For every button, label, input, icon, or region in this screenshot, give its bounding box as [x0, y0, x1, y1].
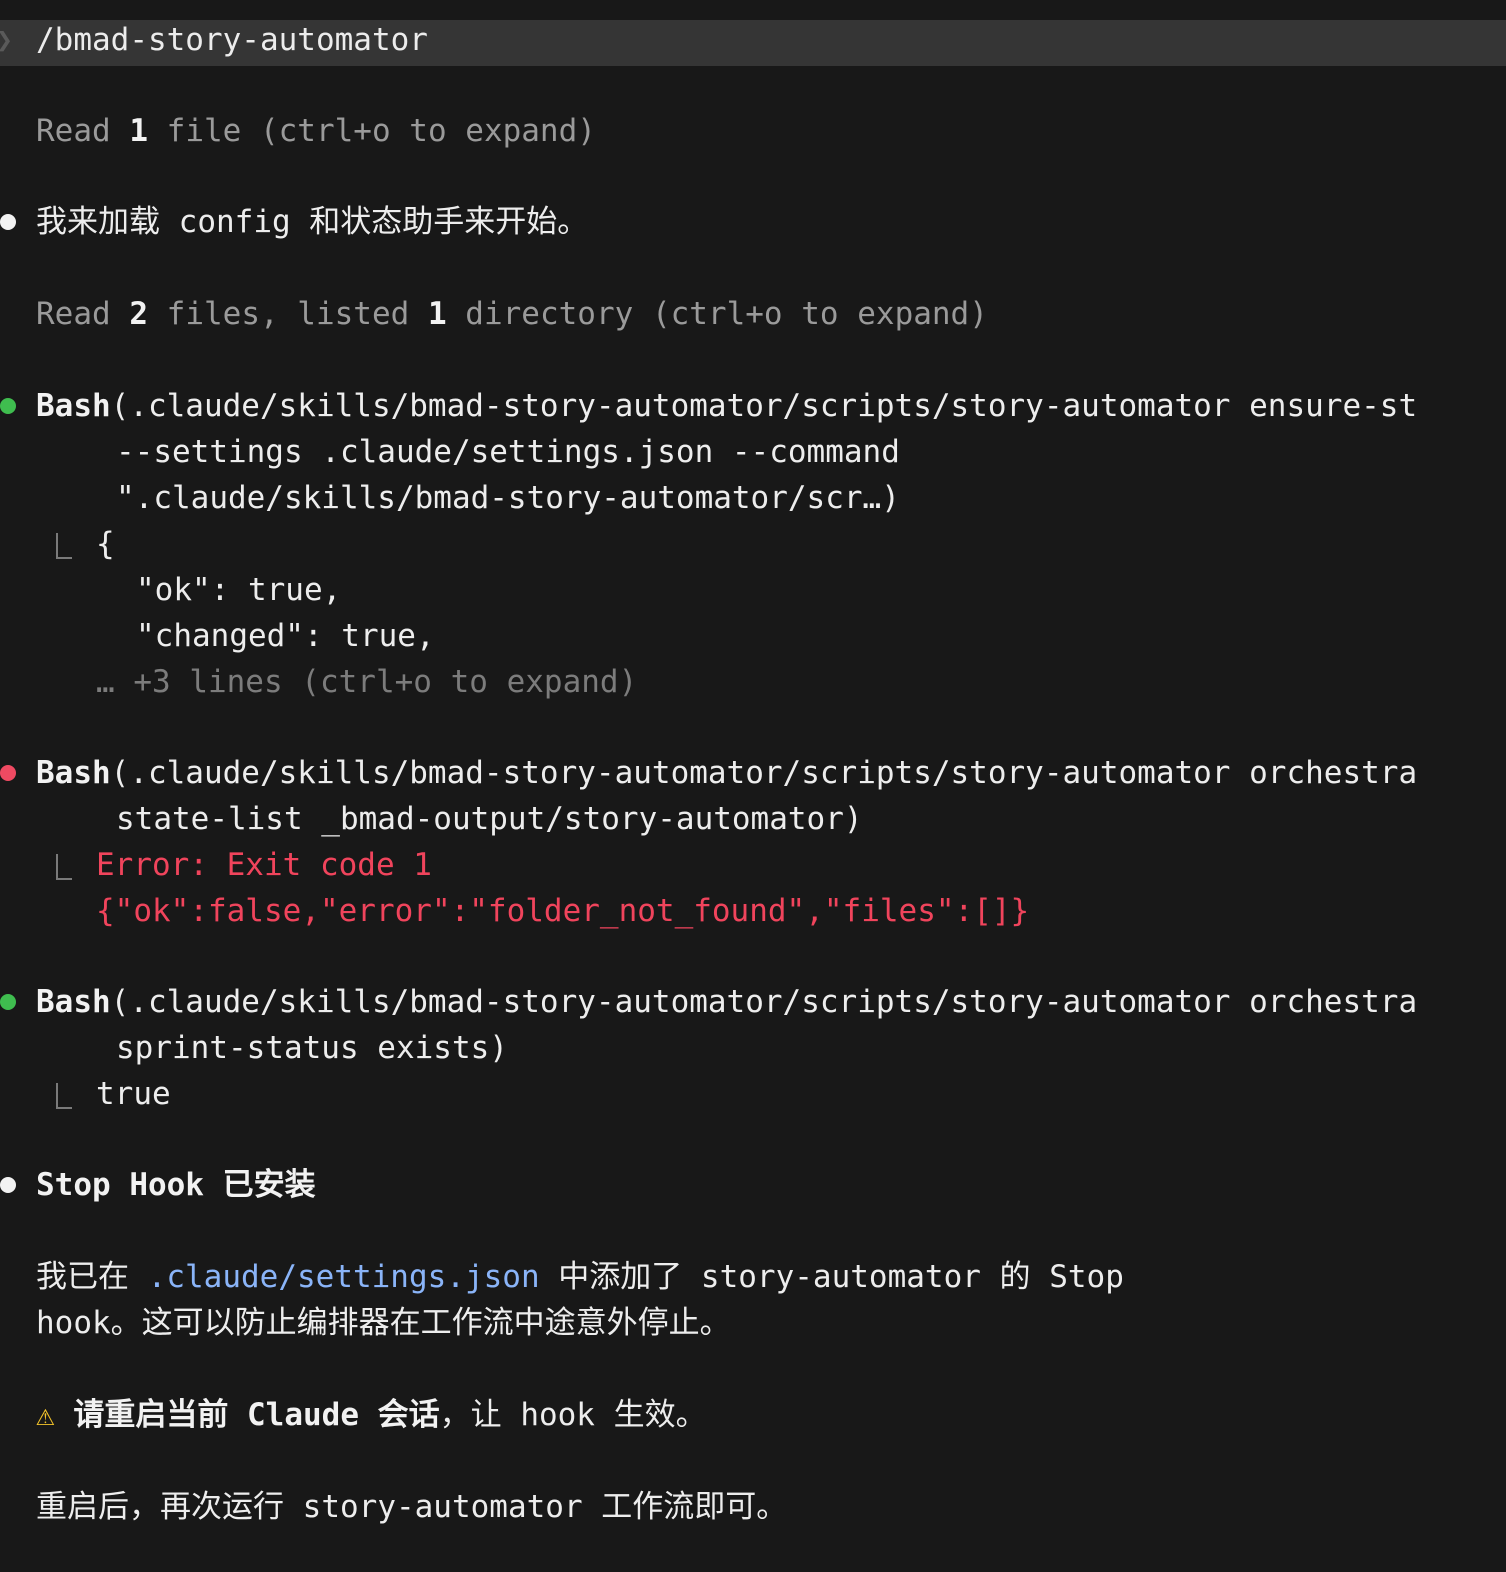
bash-call-2: Bash(.claude/skills/bmad-story-automator… [36, 750, 1417, 796]
warning-icon: ⚠ [36, 1397, 55, 1433]
paragraph-line-1: 我已在 .claude/settings.json 中添加了 story-aut… [36, 1254, 1124, 1300]
prompt-command: /bmad-story-automator [36, 22, 428, 58]
paragraph-text: 我已在 [36, 1259, 148, 1295]
read-files-summary-2[interactable]: Read 2 files, listed 1 directory (ctrl+o… [36, 291, 988, 337]
bash-output: "changed": true, [136, 618, 435, 654]
message-bullet-icon [0, 214, 16, 230]
read-label: Read [36, 296, 130, 332]
read-mid: files, listed [148, 296, 428, 332]
paragraph-text: 中添加了 story-automator 的 Stop [539, 1259, 1124, 1295]
bash-command: (.claude/skills/bmad-story-automator/scr… [110, 755, 1418, 791]
assistant-message: 我来加载 config 和状态助手来开始。 [36, 204, 589, 240]
warning-text: ，让 hook 生效。 [439, 1397, 707, 1433]
tool-name: Bash [36, 755, 111, 791]
bash-output: "ok": true, [136, 572, 342, 608]
prompt-chevron-icon: ❯ [0, 20, 13, 60]
success-status-dot-icon [0, 398, 16, 414]
success-status-dot-icon [0, 994, 16, 1010]
read-rest: directory (ctrl+o to expand) [446, 296, 988, 332]
prompt-bar: ❯ /bmad-story-automator [0, 20, 1506, 66]
bash-command: (.claude/skills/bmad-story-automator/scr… [110, 388, 1418, 424]
bash-call-3: Bash(.claude/skills/bmad-story-automator… [36, 979, 1417, 1025]
tool-name: Bash [36, 984, 111, 1020]
read-rest: file (ctrl+o to expand) [148, 113, 596, 149]
section-heading: Stop Hook 已安装 [36, 1167, 316, 1203]
read-label: Read [36, 113, 130, 149]
read-count: 2 [129, 296, 148, 332]
expand-more-lines[interactable]: … +3 lines (ctrl+o to expand) [96, 659, 637, 705]
final-instruction: 重启后，再次运行 story-automator 工作流即可。 [36, 1489, 788, 1525]
bash-command-cont: ".claude/skills/bmad-story-automator/scr… [116, 480, 900, 516]
tree-branch-icon [56, 533, 72, 559]
error-status-dot-icon [0, 765, 16, 781]
bash-command-cont: sprint-status exists) [116, 1030, 508, 1066]
tree-branch-icon [56, 854, 72, 880]
error-output: {"ok":false,"error":"folder_not_found","… [96, 893, 1030, 929]
bash-output: { [96, 526, 115, 562]
bash-call-1: Bash(.claude/skills/bmad-story-automator… [36, 383, 1417, 429]
directory-count: 1 [427, 296, 447, 332]
warning-line: ⚠ 请重启当前 Claude 会话，让 hook 生效。 [36, 1392, 707, 1438]
tree-branch-icon [56, 1083, 72, 1109]
warning-emphasis: 请重启当前 Claude 会话 [73, 1397, 440, 1433]
read-files-summary-1[interactable]: Read 1 file (ctrl+o to expand) [36, 108, 596, 154]
read-count: 1 [129, 113, 148, 149]
bash-command-cont: state-list _bmad-output/story-automator) [116, 801, 863, 837]
error-message: Error: Exit code 1 [96, 847, 432, 883]
paragraph-line-2: hook。这可以防止编排器在工作流中途意外停止。 [36, 1305, 731, 1341]
bash-output: true [96, 1076, 171, 1112]
bash-command: (.claude/skills/bmad-story-automator/scr… [110, 984, 1418, 1020]
tool-name: Bash [36, 388, 111, 424]
message-bullet-icon [0, 1177, 16, 1193]
bash-command-cont: --settings .claude/settings.json --comma… [116, 434, 900, 470]
settings-file-path: .claude/settings.json [147, 1259, 540, 1295]
